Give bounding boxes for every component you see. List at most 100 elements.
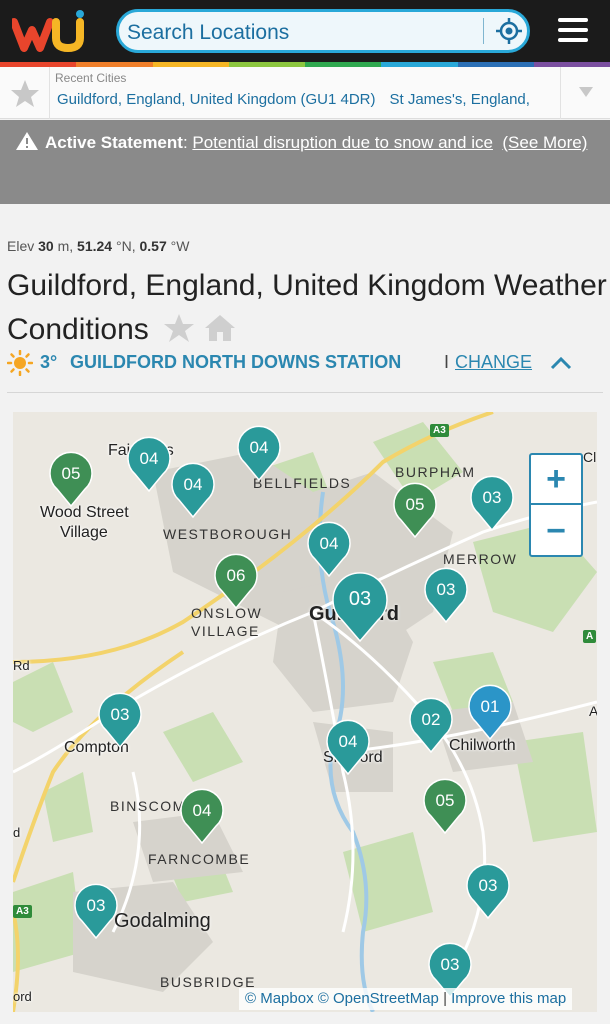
place-a-edge: A (589, 703, 597, 719)
road-shield: A3 (13, 905, 32, 918)
elevation-coordinates: Elev 30 m, 51.24 °N, 0.57 °W (7, 238, 189, 254)
place-ord: ord (13, 989, 32, 1004)
station-pin[interactable]: 02 (409, 697, 453, 753)
search-divider (483, 18, 484, 44)
station-pin-value: 03 (348, 588, 372, 610)
place-godalming: Godalming (114, 910, 211, 932)
station-pin[interactable]: 04 (127, 436, 171, 492)
zoom-controls: + − (529, 453, 583, 557)
station-pin[interactable]: 03 (98, 692, 142, 748)
sun-icon (7, 350, 33, 376)
place-westborough: WESTBOROUGH (163, 526, 293, 542)
recent-cities-bar: Recent Cities Guildford, England, United… (0, 67, 610, 119)
recent-dropdown-button[interactable] (560, 67, 610, 119)
station-pin-value: 03 (436, 580, 456, 599)
mapbox-link[interactable]: © Mapbox (245, 990, 314, 1007)
place-village: Village (60, 524, 108, 541)
statement-link[interactable]: Potential disruption due to snow and ice (192, 133, 493, 152)
road-shield: A3 (430, 424, 449, 437)
page-title: Guildford, England, United Kingdom Weath… (7, 269, 607, 346)
divider (7, 392, 603, 393)
station-pin[interactable]: 01 (468, 684, 512, 740)
place-merrow: MERROW (443, 551, 518, 567)
station-pin[interactable]: 04 (237, 425, 281, 481)
station-pin[interactable]: 03 (466, 863, 510, 919)
station-pin-value: 05 (405, 495, 425, 514)
zoom-out-button[interactable]: − (531, 507, 581, 557)
station-pin[interactable]: 04 (180, 788, 224, 844)
station-pin-value: 02 (421, 710, 441, 729)
menu-icon[interactable] (558, 18, 588, 44)
longitude-unit: °W (170, 238, 190, 254)
zoom-in-button[interactable]: + (531, 455, 581, 505)
station-pin[interactable]: 05 (49, 451, 93, 507)
chevron-up-icon[interactable] (549, 353, 573, 373)
location-title-block: Guildford, England, United Kingdom Weath… (7, 264, 607, 356)
station-row: 3° GUILDFORD NORTH DOWNS STATION I CHANG… (7, 350, 603, 376)
station-pin[interactable]: 05 (393, 482, 437, 538)
recent-city-link[interactable]: Guildford, England, United Kingdom (GU1 … (57, 91, 376, 108)
station-pin[interactable]: 04 (307, 521, 351, 577)
star-icon[interactable] (163, 313, 195, 343)
station-pin-value: 04 (183, 475, 203, 494)
see-more-link[interactable]: (See More) (502, 133, 587, 152)
station-pin-value: 05 (61, 464, 81, 483)
place-burpham: BURPHAM (395, 464, 476, 480)
star-icon (11, 80, 39, 107)
longitude-value: 0.57 (139, 238, 167, 254)
statement-separator: : (182, 133, 193, 152)
station-pin-value: 01 (480, 697, 500, 716)
current-temperature: 3° (40, 352, 58, 372)
station-pin[interactable]: 04 (171, 462, 215, 518)
station-name: GUILDFORD NORTH DOWNS STATION (70, 352, 402, 372)
station-pin-value: 04 (192, 801, 212, 820)
recent-cities-title: Recent Cities (55, 71, 127, 85)
latitude-value: 51.24 (77, 238, 113, 254)
station-pin-value: 03 (86, 896, 106, 915)
recent-city-link[interactable]: St James's, England, (390, 91, 530, 108)
place-farncombe: FARNCOMBE (148, 851, 251, 867)
osm-link[interactable]: © OpenStreetMap (318, 990, 439, 1007)
change-station-link[interactable]: CHANGE (455, 352, 532, 373)
place-cl: Cl (583, 449, 597, 465)
favorite-star-button[interactable] (0, 67, 50, 119)
stations-map[interactable]: Fairlands Wood Street Village BELLFIELDS… (13, 412, 597, 1012)
locate-icon[interactable] (495, 17, 523, 45)
station-pin-value: 04 (338, 732, 358, 751)
station-pin[interactable]: 03 (424, 567, 468, 623)
road-shield: A (583, 630, 597, 643)
attribution-divider: | (443, 990, 447, 1007)
station-pin[interactable]: 03 (74, 883, 118, 939)
station-pin[interactable]: 04 (326, 719, 370, 775)
station-pin-value: 06 (226, 566, 246, 585)
improve-map-link[interactable]: Improve this map (451, 990, 566, 1007)
station-pin-value: 03 (110, 705, 130, 724)
elev-label: Elev (7, 238, 35, 254)
warning-icon (16, 132, 38, 150)
search-bar[interactable]: Search Locations (116, 9, 530, 53)
logo-icon[interactable] (12, 8, 92, 54)
place-d: d (13, 825, 21, 840)
station-pin-value: 04 (139, 449, 159, 468)
station-pin-value: 04 (319, 534, 339, 553)
station-pin-selected[interactable]: 03 (332, 572, 388, 642)
place-rd: Rd (13, 658, 30, 673)
statement-label: Active Statement (45, 133, 183, 152)
station-pin-value: 04 (249, 438, 269, 457)
latitude-unit: °N, (115, 238, 136, 254)
station-pin-value: 03 (478, 876, 498, 895)
station-pin[interactable]: 03 (470, 475, 514, 531)
home-icon[interactable] (203, 313, 237, 343)
station-divider: I (444, 352, 450, 372)
elev-value: 30 (38, 238, 54, 254)
caret-down-icon (579, 87, 593, 97)
recent-cities-list: Guildford, England, United Kingdom (GU1 … (57, 91, 557, 108)
map-attribution: © Mapbox © OpenStreetMap | Improve this … (239, 988, 573, 1010)
top-bar: Search Locations (0, 0, 610, 62)
station-pin[interactable]: 05 (423, 778, 467, 834)
station-pin[interactable]: 06 (214, 553, 258, 609)
station-pin-value: 03 (482, 488, 502, 507)
station-pin-value: 03 (440, 955, 460, 974)
active-statement-banner: Active Statement: Potential disruption d… (0, 120, 610, 204)
search-input[interactable]: Search Locations (127, 21, 289, 45)
